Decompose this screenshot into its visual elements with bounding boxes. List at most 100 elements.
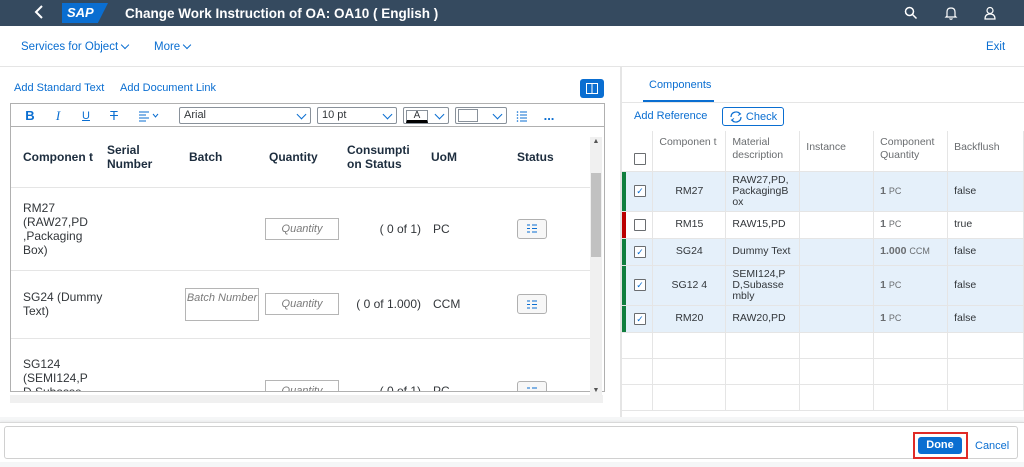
more-menu[interactable]: More: [154, 40, 192, 53]
component-row[interactable]: RM15 RAW15,PD 1 PC true: [622, 211, 1024, 239]
col-serial-number: Serial Number: [107, 142, 153, 171]
add-reference-button[interactable]: Add Reference: [634, 110, 707, 122]
quantity-value: 1: [880, 312, 886, 324]
row-checkbox[interactable]: ✓: [634, 185, 646, 197]
quantity-unit: PC: [888, 185, 902, 196]
horizontal-scrollbar[interactable]: [10, 395, 603, 403]
bold-button[interactable]: B: [23, 107, 37, 124]
split-view-button[interactable]: [580, 79, 604, 98]
background-color-select[interactable]: [455, 107, 507, 124]
add-standard-text-link[interactable]: Add Standard Text: [14, 82, 104, 94]
status-button[interactable]: [517, 218, 547, 239]
chevron-down-icon: [182, 40, 192, 50]
rich-text-toolbar: B I U T Arial 10 pt A ...: [10, 103, 605, 127]
component-row[interactable]: ✓ SG24 Dummy Text 1.000 CCM false: [622, 238, 1024, 266]
services-label: Services for Object: [21, 41, 119, 53]
component-cell: SG24: [652, 238, 727, 266]
scroll-up-icon[interactable]: ▲: [592, 138, 600, 145]
components-table: Componen t Material description Instance…: [622, 131, 1024, 411]
col-status: Status: [517, 149, 554, 164]
col-backflush: Backflush: [947, 131, 1024, 172]
page-title: Change Work Instruction of OA: OA10 ( En…: [125, 5, 439, 21]
component-row[interactable]: ✓ RM20 RAW20,PD 1 PC false: [622, 305, 1024, 333]
font-size-value: 10 pt: [322, 109, 347, 121]
row-checkbox[interactable]: ✓: [634, 245, 646, 258]
component-cell: RM27 (RAW27,PD ,Packaging Box): [23, 200, 88, 257]
component-cell: SG12 4: [652, 265, 727, 306]
table-row: SG124 (SEMI124,P D,Subasse Quantity ( 0 …: [11, 338, 591, 392]
font-size-select[interactable]: 10 pt: [317, 107, 397, 124]
done-button[interactable]: Done: [918, 437, 962, 454]
italic-button[interactable]: I: [51, 107, 65, 124]
font-family-value: Arial: [184, 109, 207, 121]
scroll-down-icon[interactable]: ▼: [592, 387, 600, 394]
table-row: SG24 (Dummy Text) Batch Number Quantity …: [11, 270, 591, 338]
status-button[interactable]: [517, 294, 547, 314]
consumption-cell: ( 0 of 1): [379, 384, 421, 392]
cancel-button[interactable]: Cancel: [975, 440, 1009, 452]
text-color-select[interactable]: A: [403, 107, 449, 124]
exit-button[interactable]: Exit: [986, 41, 1005, 53]
quantity-cell: 1 PC: [873, 171, 949, 212]
component-cell: RM15: [652, 211, 727, 239]
components-header-row: Componen t Material description Instance…: [622, 131, 1024, 172]
align-button[interactable]: [135, 107, 163, 124]
instance-cell: [799, 171, 875, 212]
component-cell: SG124 (SEMI124,P D,Subasse: [23, 357, 88, 391]
component-row[interactable]: ✓ RM27 RAW27,PD, PackagingB ox 1 PC false: [622, 171, 1024, 212]
quantity-unit: PC: [888, 279, 902, 290]
description-cell: SEMI124,P D,Subasse mbly: [725, 265, 801, 306]
font-family-select[interactable]: Arial: [179, 107, 311, 124]
more-toolbar-button[interactable]: ...: [541, 107, 557, 124]
col-uom: UoM: [431, 149, 457, 164]
add-document-link-link[interactable]: Add Document Link: [120, 82, 216, 94]
user-icon[interactable]: [980, 3, 1000, 23]
bell-icon[interactable]: [941, 3, 961, 23]
sap-logo[interactable]: SAP: [62, 3, 108, 23]
batch-number-input[interactable]: Batch Number: [185, 287, 259, 321]
quantity-input[interactable]: Quantity: [265, 217, 339, 240]
quantity-value: 1.000: [880, 245, 907, 257]
done-highlight: Done: [913, 432, 968, 459]
footer-bar: Done Cancel: [0, 422, 1024, 462]
row-checkbox[interactable]: ✓: [634, 312, 646, 325]
component-cell: SG24 (Dummy Text): [23, 290, 103, 318]
strikethrough-button[interactable]: T: [107, 107, 121, 124]
component-row[interactable]: ✓ SG12 4 SEMI124,P D,Subasse mbly 1 PC false: [622, 265, 1024, 306]
chevron-down-icon: [382, 109, 393, 120]
row-select-cell: ✓: [622, 265, 654, 306]
tab-separator: [622, 102, 1024, 103]
serial-cell: [103, 270, 185, 338]
instance-cell: [799, 238, 875, 266]
back-icon[interactable]: [28, 2, 50, 24]
vertical-scrollbar[interactable]: ▲ ▼: [590, 137, 602, 395]
check-button[interactable]: Check: [722, 107, 784, 126]
backflush-cell: false: [947, 171, 1024, 212]
search-icon[interactable]: [901, 3, 921, 23]
instance-cell: [799, 211, 875, 239]
row-checkbox[interactable]: ✓: [634, 279, 646, 291]
document-editor[interactable]: Componen t Serial Number Batch Quantity …: [10, 127, 605, 392]
quantity-input[interactable]: Quantity: [265, 293, 339, 315]
select-all-checkbox[interactable]: [634, 153, 646, 165]
batch-cell: [185, 338, 265, 391]
status-button[interactable]: [517, 381, 547, 391]
row-status-indicator: [622, 238, 626, 265]
scrollbar-thumb[interactable]: [591, 173, 601, 257]
row-status-indicator: [622, 211, 626, 238]
shell-bar: SAP Change Work Instruction of OA: OA10 …: [0, 0, 1024, 32]
empty-row: [622, 332, 1024, 359]
underline-button[interactable]: U: [79, 107, 93, 124]
col-quantity: Quantity: [269, 149, 318, 164]
consumption-cell: ( 0 of 1): [379, 221, 421, 236]
quantity-input[interactable]: Quantity: [265, 380, 339, 391]
backflush-cell: false: [947, 238, 1024, 266]
row-select-cell: ✓: [622, 305, 654, 333]
tab-components[interactable]: Components: [649, 79, 711, 91]
row-checkbox[interactable]: [634, 218, 646, 231]
services-for-object-menu[interactable]: Services for Object: [21, 40, 130, 53]
doc-table-header: Componen t Serial Number Batch Quantity …: [11, 127, 591, 187]
quantity-cell: 1 PC: [873, 305, 949, 333]
instance-cell: [799, 265, 875, 306]
bullet-list-button[interactable]: [515, 107, 529, 124]
